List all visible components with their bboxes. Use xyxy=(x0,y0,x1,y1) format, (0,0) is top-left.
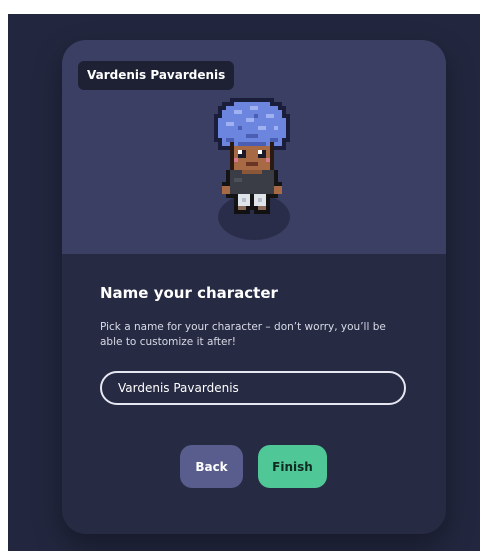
character-name-input[interactable] xyxy=(100,371,406,405)
form-description: Pick a name for your character – don’t w… xyxy=(100,321,386,348)
form-heading: Name your character xyxy=(100,284,278,302)
name-form: Name your character Pick a name for your… xyxy=(62,254,446,534)
pixel-character-avatar xyxy=(214,98,290,214)
character-name-tag: Vardenis Pavardenis xyxy=(78,61,235,90)
character-preview: Vardenis Pavardenis xyxy=(62,40,446,254)
character-setup-card: Vardenis Pavardenis Name your character … xyxy=(62,40,446,534)
finish-button[interactable]: Finish xyxy=(258,445,327,488)
back-button[interactable]: Back xyxy=(180,445,243,488)
